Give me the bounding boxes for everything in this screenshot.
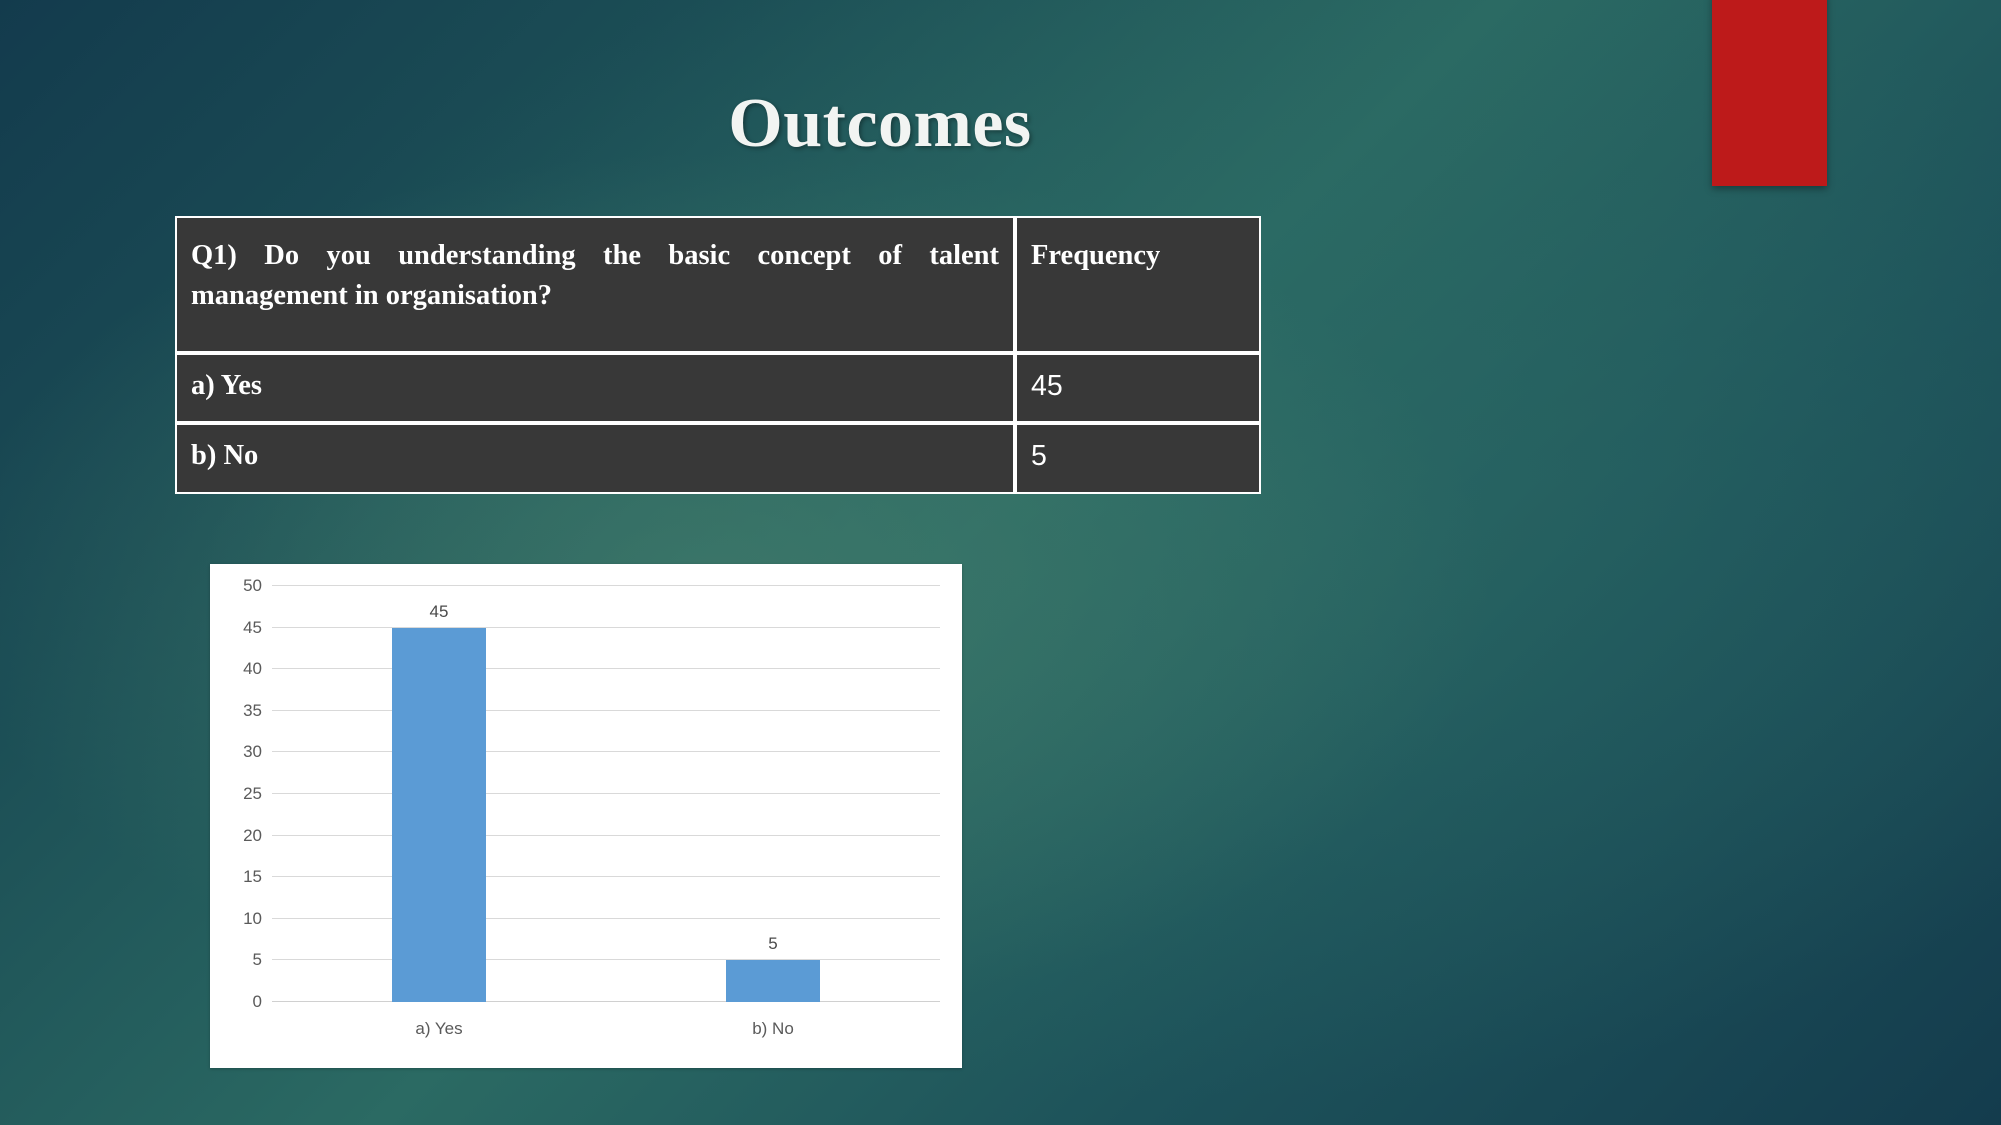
frequency-header-cell: Frequency: [1015, 216, 1261, 353]
frequency-value-no: 5: [1015, 423, 1261, 494]
gridline: [272, 751, 940, 753]
frequency-value-yes: 45: [1015, 352, 1261, 424]
gridline: [272, 876, 940, 878]
gridline: [272, 585, 940, 586]
gridline: [272, 626, 940, 628]
x-axis-tick-label: b) No: [752, 1019, 794, 1038]
y-axis-tick-label: 5: [252, 950, 262, 970]
bar-2: [726, 960, 820, 1002]
option-label-no: b) No: [175, 423, 1015, 494]
x-axis-tick-label: a) Yes: [415, 1019, 463, 1038]
y-axis-tick-label: 50: [243, 576, 262, 595]
table-row: b) No 5: [175, 423, 1261, 494]
bar-value-label: 45: [429, 601, 449, 621]
gridline: [272, 668, 940, 670]
table-header-row: Q1) Do you understanding the basic conce…: [175, 216, 1261, 353]
chart-plot-area: 0 5 10 15 20 25 30 35 40 45 50 45 a) Yes 5 b) No: [243, 576, 940, 1038]
bar-value-label: 5: [768, 934, 778, 954]
y-axis-tick-label: 0: [252, 992, 262, 1011]
bar-chart: 0 5 10 15 20 25 30 35 40 45 50 45 a) Yes 5 b) No: [210, 564, 962, 1068]
gridline: [272, 834, 940, 836]
gridline: [272, 1001, 940, 1002]
gridline: [272, 709, 940, 711]
gridline: [272, 917, 940, 919]
y-axis-tick-label: 40: [243, 659, 262, 679]
bar-1: [392, 627, 486, 1002]
gridline: [272, 793, 940, 794]
y-axis-tick-label: 10: [243, 908, 262, 928]
y-axis-tick-label: 45: [243, 617, 262, 637]
y-axis-tick-label: 30: [243, 742, 262, 762]
table-row: a) Yes 45: [175, 352, 1261, 424]
outcomes-table: Q1) Do you understanding the basic conce…: [175, 216, 1261, 494]
y-axis-tick-label: 25: [243, 784, 262, 803]
page-title: Outcomes: [728, 85, 1032, 162]
y-axis-tick-label: 35: [243, 700, 262, 720]
y-axis-tick-label: 15: [243, 867, 262, 887]
option-label-yes: a) Yes: [175, 352, 1015, 424]
question-header-cell: Q1) Do you understanding the basic conce…: [175, 216, 1015, 353]
gridline: [272, 959, 940, 961]
outcomes-table-container: Q1) Do you understanding the basic conce…: [175, 216, 1261, 494]
slide-canvas: Outcomes Q1) Do you understanding the ba…: [0, 0, 2001, 1125]
y-axis-tick-label: 20: [243, 825, 262, 845]
